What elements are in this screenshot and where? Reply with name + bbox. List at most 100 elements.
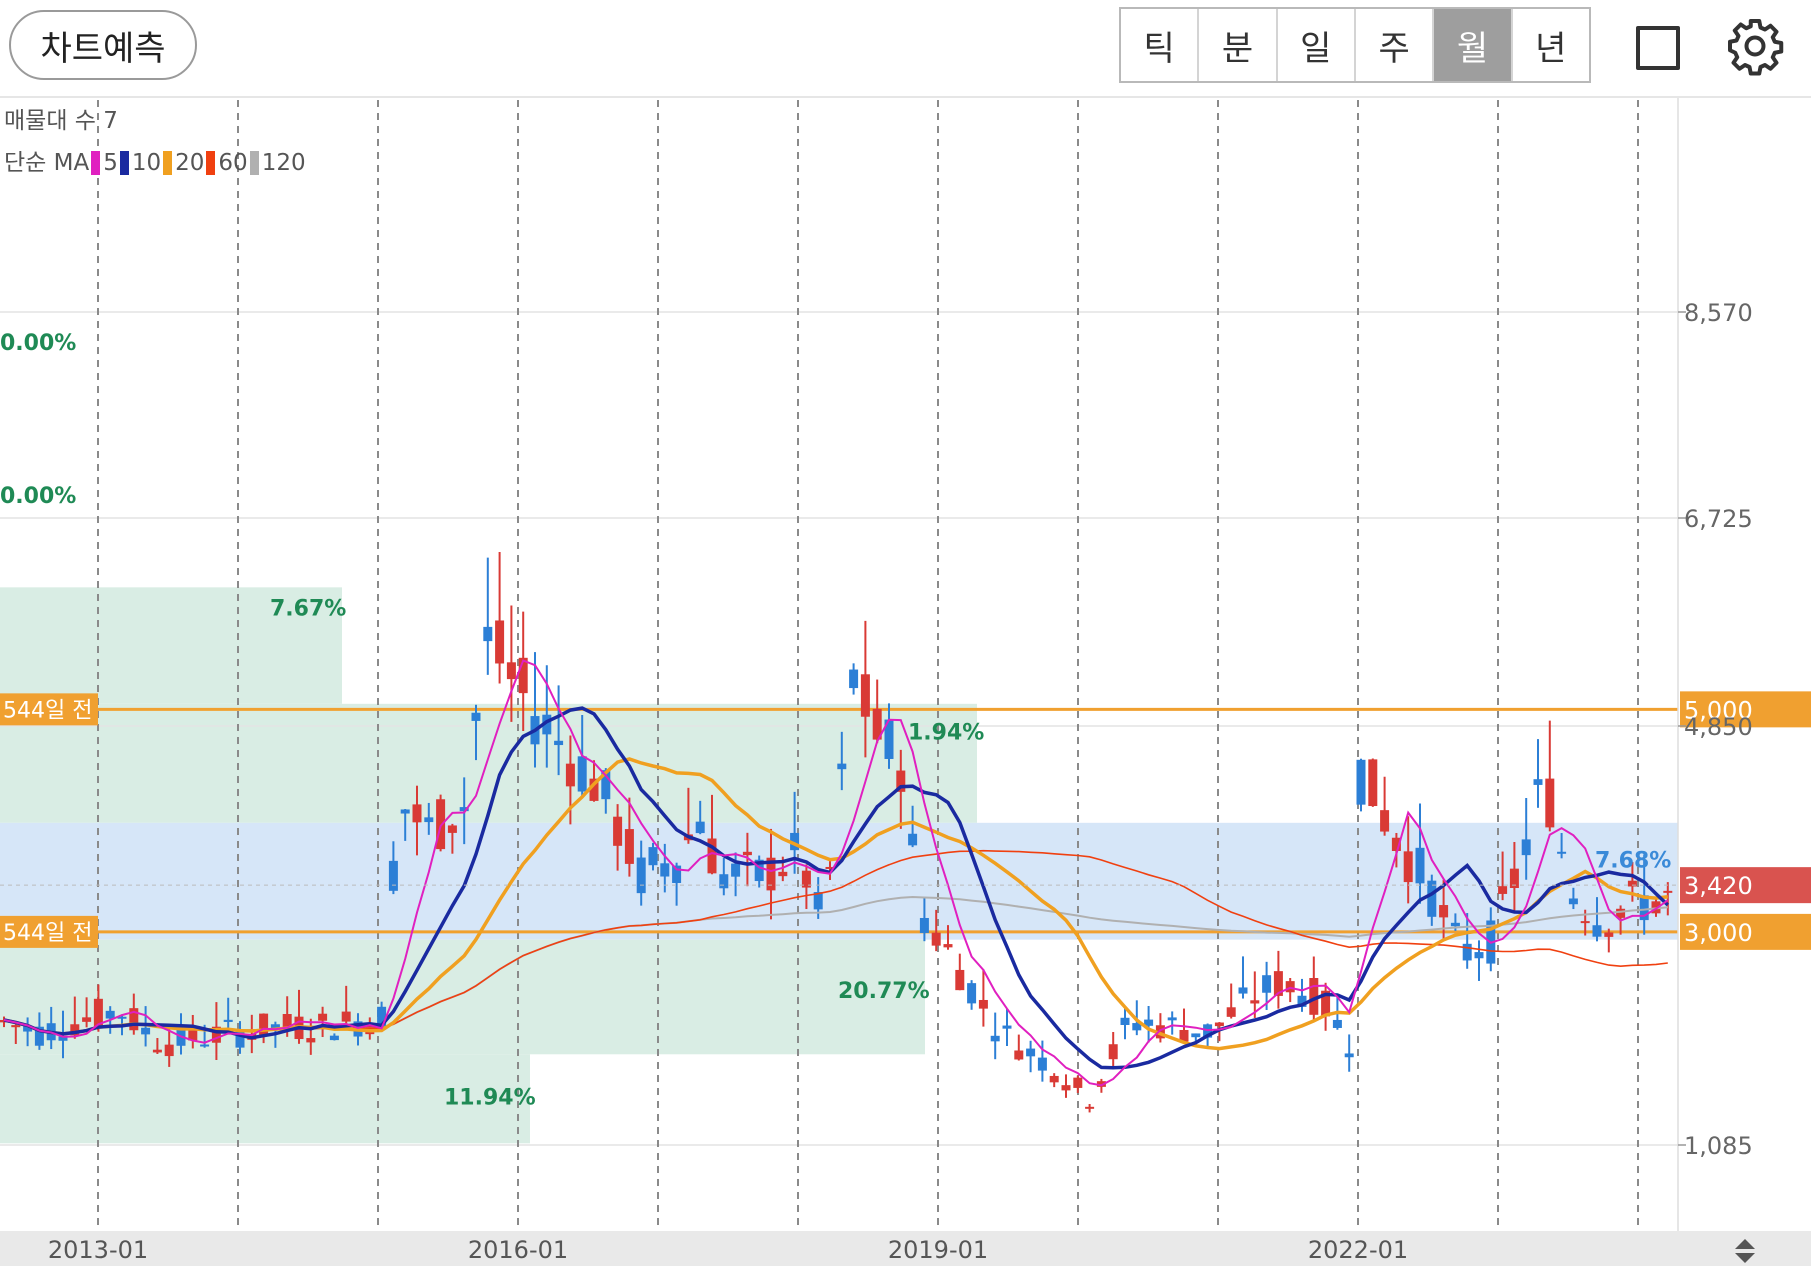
- candle-body: [577, 756, 587, 792]
- tab-week[interactable]: 주: [1356, 9, 1435, 81]
- ma20-label: 20: [175, 150, 205, 176]
- candle-body: [719, 874, 729, 889]
- candle-body: [506, 662, 516, 680]
- current-price-label: 3,420: [1684, 872, 1753, 900]
- top-toolbar: 차트예측 틱 분 일 주 월 년: [0, 0, 1811, 98]
- candle-body: [695, 821, 705, 834]
- candle-body: [152, 1049, 162, 1053]
- candle-body: [1250, 1000, 1260, 1004]
- candle-body: [943, 944, 953, 948]
- tab-day[interactable]: 일: [1278, 9, 1356, 81]
- gear-icon[interactable]: [1725, 16, 1785, 76]
- candle-body: [931, 932, 941, 946]
- volume-profile-label: 20.77%: [838, 979, 930, 1004]
- candle-body: [1592, 925, 1602, 937]
- candle-body: [1450, 922, 1460, 927]
- candle-body: [1663, 890, 1673, 893]
- ma-label: 단순 MA: [4, 150, 90, 176]
- candle-body: [1226, 1007, 1236, 1017]
- price-line-left-label: 544일 전: [3, 698, 92, 723]
- ma-legend: 단순 MA 5 10 20 60 120: [4, 142, 306, 184]
- volume-profile-label: 11.94%: [444, 1086, 536, 1111]
- candle-body: [1344, 1053, 1354, 1058]
- chart-canvas[interactable]: 0.00% 0.00% 7.67% 1.94% 7.68% 20.77% 11.94% 544…: [0, 98, 1811, 1266]
- tab-minute[interactable]: 분: [1199, 9, 1278, 81]
- candle-body: [1580, 921, 1590, 924]
- candle-body: [1403, 851, 1413, 883]
- candle-body: [400, 809, 410, 814]
- volume-profile-label: 7.67%: [270, 596, 346, 621]
- x-tick-label: 2022-01: [1308, 1236, 1408, 1264]
- price-line-left-label: 544일 전: [3, 921, 92, 946]
- candle-body: [1332, 1019, 1342, 1028]
- candle-body: [1285, 981, 1295, 993]
- candle-body: [554, 740, 564, 746]
- candle-body: [1474, 952, 1484, 959]
- volume-profile-label: 7.68%: [1595, 849, 1671, 874]
- candle-body: [860, 674, 870, 717]
- candle-body: [223, 1019, 233, 1022]
- candle-body: [565, 763, 575, 787]
- volume-profile-label: 매물대 수 7: [4, 108, 118, 134]
- candle-body: [1061, 1085, 1071, 1091]
- y-tick-label: 1,085: [1684, 1132, 1753, 1160]
- ma60-swatch: [206, 151, 216, 175]
- y-tick-label: 8,570: [1684, 299, 1753, 327]
- candle-body: [447, 825, 457, 833]
- candlestick-chart[interactable]: 0.00% 0.00% 7.67% 1.94% 7.68% 20.77% 11.94% 544…: [0, 98, 1811, 1266]
- tab-tick[interactable]: 틱: [1121, 9, 1200, 81]
- x-tick-label: 2019-01: [888, 1236, 988, 1264]
- chart-legend: 매물대 수 7 단순 MA 5 10 20 60 120: [4, 100, 306, 184]
- candle-body: [660, 863, 670, 877]
- candle-body: [412, 804, 422, 823]
- candle-body: [1214, 1022, 1224, 1027]
- candle-body: [1545, 778, 1555, 828]
- ma5-swatch: [91, 151, 101, 175]
- candle-body: [1557, 851, 1567, 854]
- candle-body: [318, 1013, 328, 1021]
- candle-body: [1415, 847, 1425, 884]
- volume-profile-label: 1.94%: [908, 721, 984, 746]
- ma120-label: 120: [261, 150, 306, 176]
- candle-body: [1604, 932, 1614, 937]
- candle-body: [1049, 1075, 1059, 1083]
- price-line-right-label: 3,000: [1684, 919, 1753, 947]
- candle-body: [1498, 886, 1508, 894]
- ma60-label: 60: [218, 150, 248, 176]
- candle-body: [495, 620, 505, 664]
- candle-body: [388, 860, 398, 891]
- candle-body: [742, 851, 752, 856]
- candle-body: [1026, 1048, 1036, 1057]
- candle-body: [837, 763, 847, 770]
- candle-body: [636, 857, 646, 894]
- candle-body: [624, 829, 634, 864]
- square-icon[interactable]: [1636, 26, 1680, 70]
- candle-body: [849, 669, 859, 689]
- candle-body: [1462, 943, 1472, 961]
- candle-body: [978, 999, 988, 1009]
- candle-body: [908, 833, 918, 846]
- candle-body: [1238, 987, 1248, 994]
- candle-body: [919, 917, 929, 933]
- tab-month[interactable]: 월: [1434, 9, 1513, 81]
- candle-body: [141, 1027, 151, 1035]
- period-selector: 틱 분 일 주 월 년: [1119, 7, 1591, 83]
- candle-body: [1073, 1077, 1083, 1088]
- candle-body: [1427, 880, 1437, 917]
- candle-body: [200, 1044, 210, 1047]
- candle-body: [1356, 759, 1366, 805]
- candle-body: [955, 969, 965, 991]
- candle-body: [483, 626, 493, 642]
- candle-body: [11, 1025, 21, 1028]
- tab-year[interactable]: 년: [1513, 9, 1589, 81]
- candle-body: [259, 1013, 269, 1037]
- candle-body: [1380, 810, 1390, 832]
- y-tick-label: 4,850: [1684, 713, 1753, 741]
- ma20-swatch: [163, 151, 173, 175]
- candle-body: [1191, 1033, 1201, 1038]
- chart-predict-button[interactable]: 차트예측: [9, 10, 197, 80]
- candle-body: [967, 983, 977, 1004]
- axis-scroll-icon[interactable]: [1731, 1237, 1759, 1265]
- volume-profile-count: 매물대 수 7: [4, 100, 306, 142]
- candle-body: [1439, 905, 1449, 918]
